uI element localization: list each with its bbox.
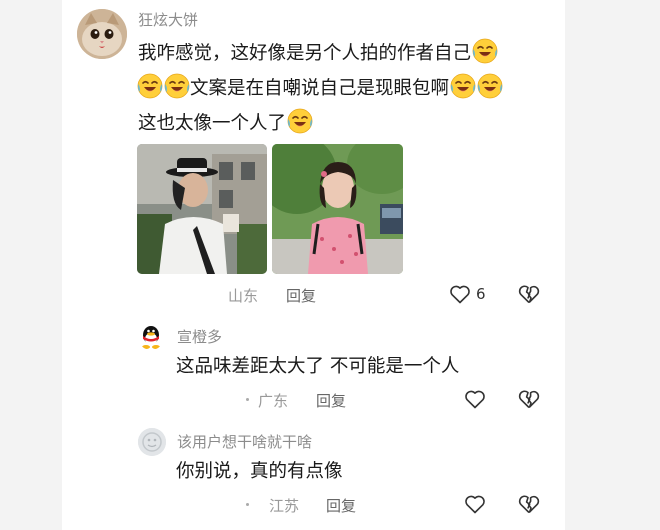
comment-image-1[interactable] xyxy=(137,144,267,274)
crying-laughing-emoji-icon xyxy=(477,73,503,99)
crying-laughing-emoji-icon xyxy=(287,108,313,134)
heart-outline-icon[interactable] xyxy=(448,282,472,306)
reply-username[interactable]: 该用户想干啥就干啥 xyxy=(177,431,312,452)
broken-heart-icon[interactable] xyxy=(517,492,541,516)
reply-button[interactable]: 回复 xyxy=(286,285,316,306)
comment-username[interactable]: 狂炫大饼 xyxy=(138,9,198,30)
crying-laughing-emoji-icon xyxy=(472,38,498,64)
crying-laughing-emoji-icon xyxy=(137,73,163,99)
broken-heart-icon[interactable] xyxy=(517,282,541,306)
reply-username[interactable]: 宣橙多 xyxy=(177,326,222,347)
broken-heart-icon[interactable] xyxy=(517,387,541,411)
avatar[interactable] xyxy=(138,324,164,350)
heart-outline-icon[interactable] xyxy=(463,387,487,411)
crying-laughing-emoji-icon xyxy=(450,73,476,99)
separator-dot xyxy=(246,398,249,401)
reply-text: 这品味差距太大了 不可能是一个人 xyxy=(176,356,460,377)
reply-location: 广东 xyxy=(258,392,289,410)
avatar[interactable] xyxy=(138,428,166,456)
separator-dot xyxy=(246,503,249,506)
comment-text-line-1: 我咋感觉，这好像是另个人拍的作者自己 xyxy=(138,38,498,65)
reply-text: 你别说，真的有点像 xyxy=(176,461,343,482)
reply-location: 江苏 xyxy=(269,497,300,515)
comment-location: 山东 xyxy=(228,287,259,305)
comment-image-2[interactable] xyxy=(272,144,403,274)
reply-button[interactable]: 回复 xyxy=(316,390,346,411)
heart-outline-icon[interactable] xyxy=(463,492,487,516)
avatar[interactable] xyxy=(77,9,127,59)
comment-text-line-3: 这也太像一个人了 xyxy=(138,108,313,135)
crying-laughing-emoji-icon xyxy=(164,73,190,99)
comment-text-line-2: 文案是在自嘲说自己是现眼包啊 xyxy=(136,73,503,100)
reply-button[interactable]: 回复 xyxy=(326,495,356,516)
like-count: 6 xyxy=(476,285,486,303)
